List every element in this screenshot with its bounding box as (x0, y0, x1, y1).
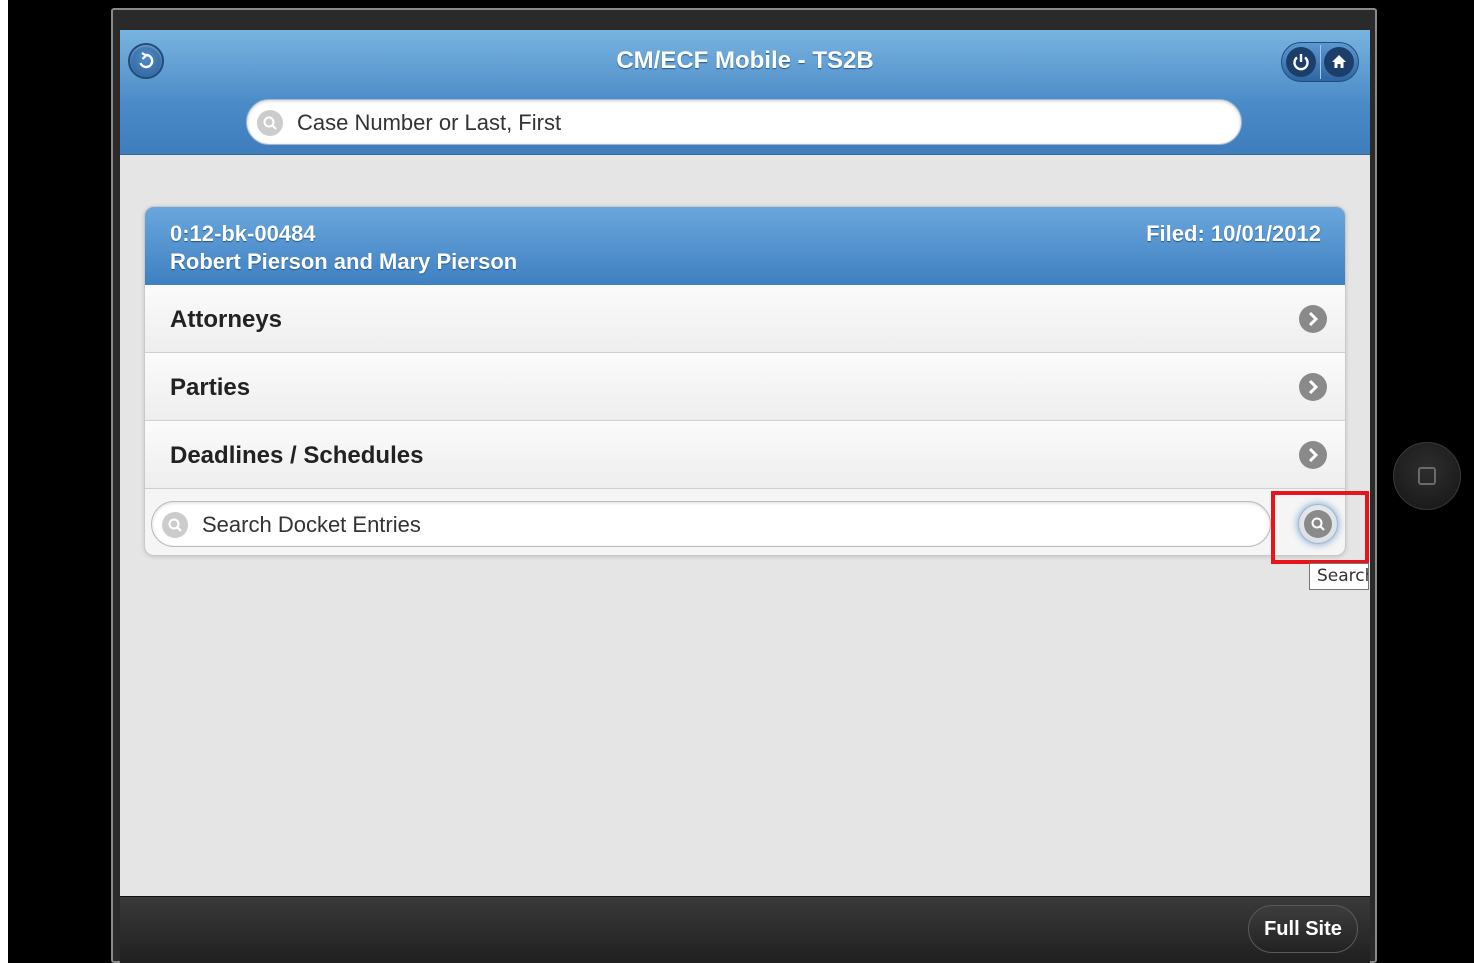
app-screen: CM/ECF Mobile - TS2B Case Number or Last… (120, 30, 1370, 963)
menu-item-parties[interactable]: Parties (145, 353, 1345, 421)
menu-item-label: Attorneys (170, 306, 283, 333)
menu-item-label: Parties (170, 374, 251, 401)
menu-item-deadlines-schedules[interactable]: Deadlines / Schedules (145, 421, 1345, 489)
case-number: 0:12-bk-00484 (170, 221, 316, 246)
case-search-field[interactable] (246, 99, 1242, 145)
home-icon (1332, 55, 1346, 68)
home-button[interactable] (1324, 47, 1354, 77)
case-header: 0:12-bk-00484 Robert Pierson and Mary Pi… (145, 207, 1345, 286)
highlight-annotation (1271, 491, 1369, 564)
logout-button[interactable] (1286, 47, 1316, 77)
chevron-right-icon (1299, 305, 1327, 333)
docket-search-input[interactable] (200, 508, 1204, 542)
filed-date: Filed: 10/01/2012 (1146, 221, 1321, 246)
header-bar: CM/ECF Mobile - TS2B (120, 30, 1370, 155)
menu-item-attorneys[interactable]: Attorneys (145, 285, 1345, 353)
device-home-button[interactable] (1393, 442, 1461, 510)
search-tooltip: Search (1309, 563, 1369, 590)
page-title: CM/ECF Mobile - TS2B (616, 47, 874, 74)
menu-item-label: Deadlines / Schedules (170, 442, 424, 469)
full-site-button[interactable]: Full Site (1248, 905, 1358, 953)
case-search-input[interactable] (295, 106, 1199, 140)
case-panel: 0:12-bk-00484 Robert Pierson and Mary Pi… (144, 206, 1346, 556)
footer-bar: Full Site (120, 896, 1370, 963)
case-name: Robert Pierson and Mary Pierson (170, 249, 518, 274)
power-icon (1293, 54, 1309, 71)
header-button-group (1281, 42, 1359, 82)
button-divider (1320, 45, 1321, 79)
square-icon (1418, 467, 1436, 485)
chevron-right-icon (1299, 373, 1327, 401)
chevron-right-icon (1299, 441, 1327, 469)
docket-search-field[interactable] (151, 501, 1271, 547)
search-icon (257, 110, 283, 136)
search-icon (162, 512, 188, 538)
